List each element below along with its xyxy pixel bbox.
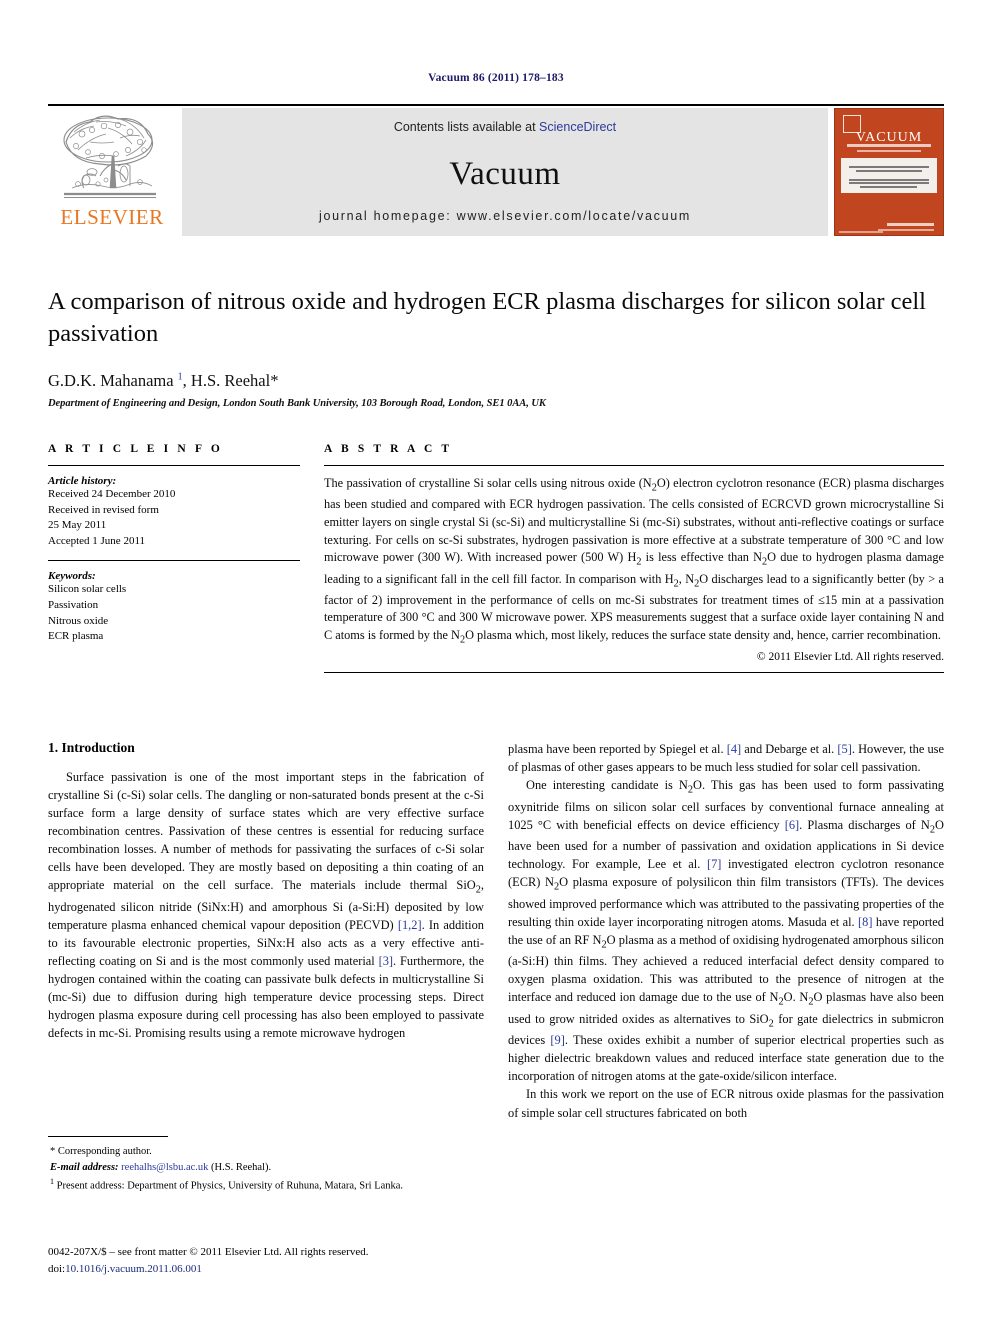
info-abstract-region: A R T I C L E I N F O Article history: R… xyxy=(48,443,944,674)
contents-panel: Contents lists available at ScienceDirec… xyxy=(182,108,828,236)
cover-subtitle-bar-2 xyxy=(856,149,922,153)
cover-subtitle-bar xyxy=(846,144,932,148)
paper-page: Vacuum 86 (2011) 178–183 ELSEVIER Conten… xyxy=(0,0,992,1323)
info-mid-rule xyxy=(48,560,300,562)
body-left-column: 1. Introduction Surface passivation is o… xyxy=(48,740,484,1122)
contents-available-line: Contents lists available at ScienceDirec… xyxy=(182,120,828,134)
doi-line: doi:10.1016/j.vacuum.2011.06.001 xyxy=(48,1261,518,1278)
article-history-line: Received 24 December 2010 xyxy=(48,488,176,500)
keyword-item: Passivation xyxy=(48,599,99,612)
body-paragraph: plasma have been reported by Spiegel et … xyxy=(508,742,944,775)
abstract-copyright: © 2011 Elsevier Ltd. All rights reserved… xyxy=(756,651,944,664)
cover-footer-bar xyxy=(886,223,935,227)
keywords-label: Keywords: xyxy=(48,570,96,583)
keyword-item: Nitrous oxide xyxy=(48,614,109,627)
article-history-line: Accepted 1 June 2011 xyxy=(48,534,146,547)
contents-prefix: Contents lists available at xyxy=(393,120,536,134)
elsevier-tree-icon xyxy=(63,115,156,198)
body-paragraph: In this work we report on the use of ECR… xyxy=(508,1087,944,1120)
present-address-marker: 1 xyxy=(50,1176,54,1186)
journal-masthead: ELSEVIER Contents lists available at Sci… xyxy=(48,104,944,236)
sciencedirect-link[interactable]: ScienceDirect xyxy=(539,120,616,134)
page-title: A comparison of nitrous oxide and hydrog… xyxy=(48,288,926,348)
cover-footer-bar-2 xyxy=(878,228,935,232)
footnote-rule xyxy=(48,1136,168,1137)
email-owner: (H.S. Reehal). xyxy=(211,1161,272,1173)
article-info-heading: A R T I C L E I N F O xyxy=(48,443,223,455)
doi-link[interactable]: 10.1016/j.vacuum.2011.06.001 xyxy=(65,1263,202,1275)
abstract-bottom-rule xyxy=(324,672,944,674)
email-label: E-mail address: xyxy=(50,1161,119,1173)
running-head: Vacuum 86 (2011) 178–183 xyxy=(428,72,564,84)
email-note: E-mail address: reehalhs@lsbu.ac.uk (H.S… xyxy=(48,1160,484,1176)
email-link[interactable]: reehalhs@lsbu.ac.uk xyxy=(121,1162,208,1173)
corresponding-author-note: * Corresponding author. xyxy=(50,1146,152,1157)
author-list: G.D.K. Mahanama 1, H.S. Reehal* xyxy=(48,370,279,390)
body-columns: 1. Introduction Surface passivation is o… xyxy=(48,740,944,1122)
info-top-rule xyxy=(48,465,300,466)
present-address-note: 1 Present address: Department of Physics… xyxy=(48,1176,484,1194)
section-heading-introduction: 1. Introduction xyxy=(48,740,135,755)
body-paragraph: Surface passivation is one of the most i… xyxy=(48,770,484,1041)
cover-content-band xyxy=(841,158,937,194)
title-block: A comparison of nitrous oxide and hydrog… xyxy=(48,286,928,409)
article-info-column: A R T I C L E I N F O Article history: R… xyxy=(48,443,300,673)
article-history-label: Article history: xyxy=(48,475,117,487)
footnote-block: * Corresponding author. E-mail address: … xyxy=(48,1136,484,1194)
imprint-block: 0042-207X/$ – see front matter © 2011 El… xyxy=(48,1244,518,1277)
elsevier-logo: ELSEVIER xyxy=(48,108,176,236)
issn-line: 0042-207X/$ – see front matter © 2011 El… xyxy=(48,1246,369,1258)
article-history-line: Received in revised form xyxy=(48,503,159,516)
journal-title: Vacuum xyxy=(449,156,561,192)
keyword-item: Silicon solar cells xyxy=(48,583,127,596)
article-history-line: 25 May 2011 xyxy=(48,519,107,532)
cover-bottom-bar xyxy=(839,231,883,234)
doi-prefix: doi: xyxy=(48,1262,66,1275)
body-right-column: plasma have been reported by Spiegel et … xyxy=(508,740,944,1122)
keyword-item: ECR plasma xyxy=(48,630,104,643)
body-paragraph: One interesting candidate is N2O. This g… xyxy=(508,778,944,1084)
journal-homepage-link[interactable]: journal homepage: www.elsevier.com/locat… xyxy=(182,209,828,223)
journal-cover-thumbnail[interactable]: VACUUM xyxy=(834,108,944,236)
elsevier-wordmark: ELSEVIER xyxy=(60,205,164,229)
abstract-top-rule xyxy=(324,465,944,466)
abstract-heading: A B S T R A C T xyxy=(324,443,453,455)
affiliation: Department of Engineering and Design, Lo… xyxy=(48,397,546,409)
abstract-text: The passivation of crystalline Si solar … xyxy=(324,476,944,646)
present-address-text: Present address: Department of Physics, … xyxy=(56,1180,404,1191)
abstract-column: A B S T R A C T The passivation of cryst… xyxy=(324,443,944,674)
